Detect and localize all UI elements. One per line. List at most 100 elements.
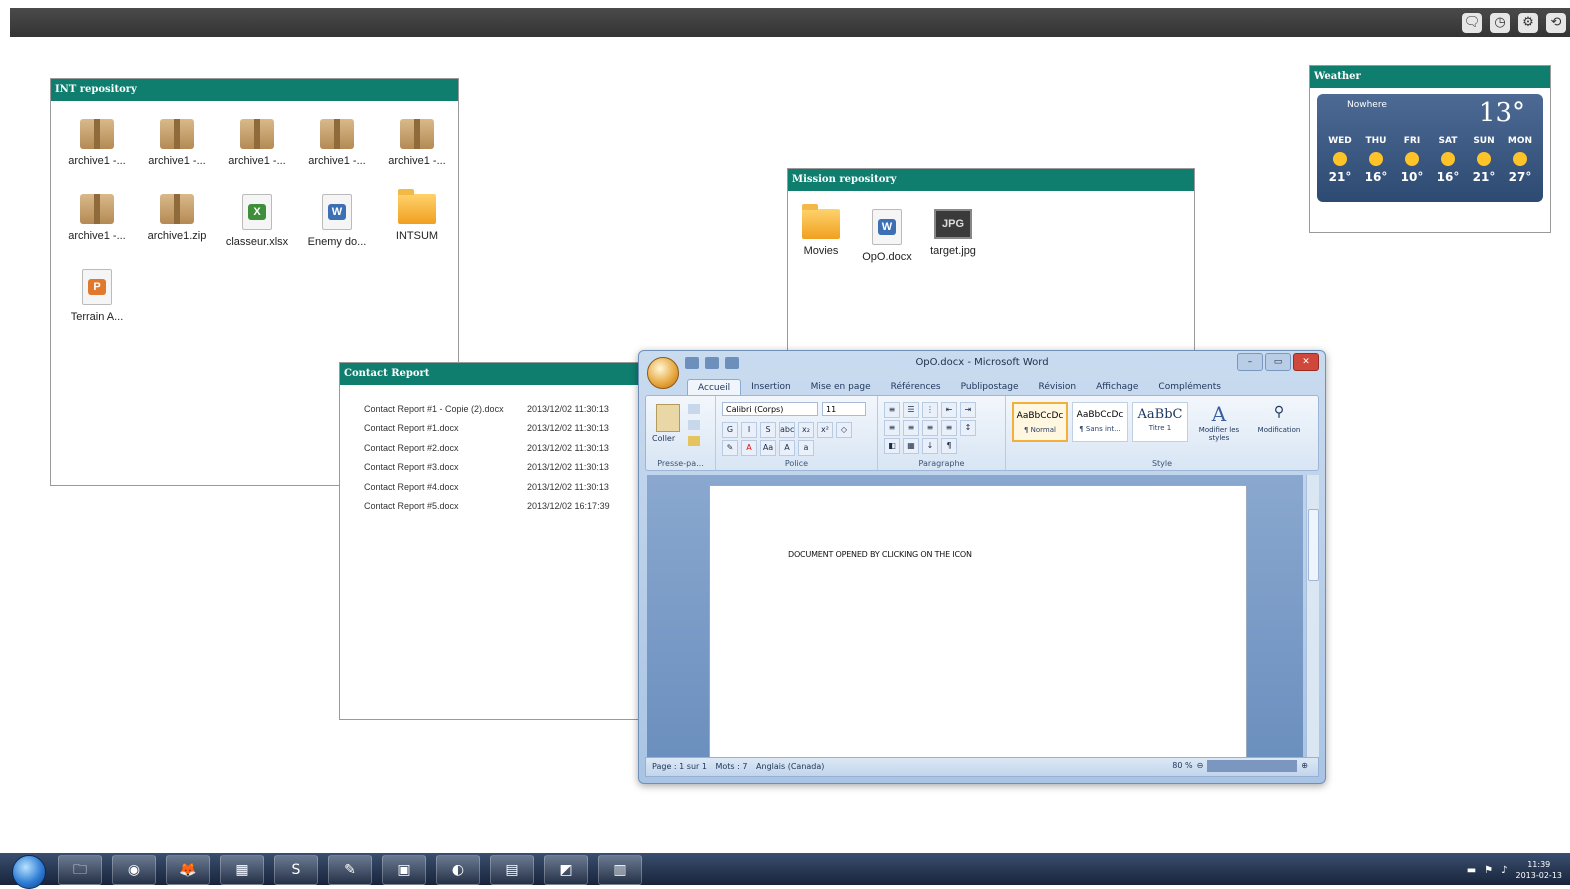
ribbon-tab[interactable]: Révision	[1029, 379, 1087, 396]
taskbar-app-icon[interactable]: ▥	[598, 855, 642, 885]
show-marks-icon[interactable]: ¶	[941, 438, 957, 454]
line-spacing-icon[interactable]: ↕	[960, 420, 976, 436]
undo-icon[interactable]	[705, 357, 719, 369]
start-button[interactable]	[12, 855, 46, 889]
file-item[interactable]: archive1 -...	[57, 115, 137, 190]
taskbar-app-icon[interactable]: 🦊	[166, 855, 210, 885]
superscript-button[interactable]: x²	[817, 422, 833, 438]
modify-styles-button[interactable]: A Modifier les styles	[1196, 402, 1242, 454]
close-button[interactable]: ✕	[1293, 353, 1319, 371]
zoom-out-icon[interactable]: ⊖	[1197, 760, 1204, 772]
shading-icon[interactable]: ◧	[884, 438, 900, 454]
taskbar-app-icon[interactable]: ▣	[382, 855, 426, 885]
taskbar-app-icon[interactable]: ◩	[544, 855, 588, 885]
weather-card[interactable]: Nowhere 13° WED 21° THU 16° FRI 10° SAT 16° SUN 2…	[1317, 94, 1543, 202]
list-item[interactable]: Contact Report #2.docx 2013/12/02 11:30:1…	[340, 438, 658, 458]
taskbar-app-icon[interactable]: ▤	[490, 855, 534, 885]
office-button[interactable]	[647, 357, 679, 389]
editing-button[interactable]: ⚲ Modification	[1248, 402, 1310, 454]
list-item[interactable]: Contact Report #5.docx 2013/12/02 16:17:3…	[340, 497, 658, 517]
document-page[interactable]: DOCUMENT OPENED BY CLICKING ON THE ICON	[709, 485, 1247, 761]
file-item[interactable]: W OpO.docx	[854, 205, 920, 280]
shrink-font-icon[interactable]: a	[798, 440, 814, 456]
file-item[interactable]: W Enemy do...	[297, 190, 377, 265]
grow-font-icon[interactable]: A	[779, 440, 795, 456]
change-case-icon[interactable]: Aa	[760, 440, 776, 456]
justify-icon[interactable]: ≡	[941, 420, 957, 436]
clock[interactable]: 11:39 2013-02-13	[1516, 859, 1563, 881]
zoom-in-icon[interactable]: ⊕	[1301, 760, 1308, 772]
file-item[interactable]: Movies	[788, 204, 854, 280]
ribbon-tab[interactable]: Insertion	[741, 379, 801, 396]
file-item[interactable]: archive1 -...	[217, 115, 297, 190]
list-item[interactable]: Contact Report #4.docx 2013/12/02 11:30:1…	[340, 477, 658, 497]
bullets-icon[interactable]: ≡	[884, 402, 900, 418]
align-left-icon[interactable]: ≡	[884, 420, 900, 436]
cut-icon[interactable]	[688, 404, 700, 414]
strikethrough-button[interactable]: abc	[779, 422, 795, 438]
bold-button[interactable]: G	[722, 422, 738, 438]
subscript-button[interactable]: x₂	[798, 422, 814, 438]
settings-icon[interactable]: ⚙	[1518, 13, 1538, 33]
language[interactable]: Anglais (Canada)	[756, 762, 824, 771]
refresh-icon[interactable]: ⟲	[1546, 13, 1566, 33]
font-name-box[interactable]: Calibri (Corps)	[722, 402, 818, 416]
ribbon-tab[interactable]: Compléments	[1148, 379, 1231, 396]
file-item[interactable]: archive1 -...	[137, 115, 217, 190]
chat-icon[interactable]: 🗨	[1462, 13, 1482, 33]
clear-format-button[interactable]: ◇	[836, 422, 852, 438]
file-item[interactable]: P Terrain A...	[57, 265, 137, 340]
font-color-icon[interactable]: A	[741, 440, 757, 456]
paste-button[interactable]: Coller	[652, 434, 675, 443]
list-item[interactable]: Contact Report #1.docx 2013/12/02 11:30:1…	[340, 419, 658, 439]
save-icon[interactable]	[685, 357, 699, 369]
format-painter-icon[interactable]	[688, 436, 700, 446]
file-item[interactable]: archive1 -...	[377, 115, 457, 190]
zoom-slider[interactable]	[1207, 760, 1298, 772]
ribbon-tab[interactable]: Mise en page	[801, 379, 881, 396]
increase-indent-icon[interactable]: ⇥	[960, 402, 976, 418]
list-item[interactable]: Contact Report #3.docx 2013/12/02 11:30:1…	[340, 458, 658, 478]
file-item[interactable]: INTSUM	[377, 189, 457, 265]
align-right-icon[interactable]: ≡	[922, 420, 938, 436]
font-size-box[interactable]: 11	[822, 402, 866, 416]
style-no-spacing[interactable]: AaBbCcDc ¶ Sans int...	[1072, 402, 1128, 442]
list-item[interactable]: Contact Report #1 - Copie (2).docx 2013/1…	[340, 399, 658, 419]
maximize-button[interactable]: ▭	[1265, 353, 1291, 371]
paste-icon[interactable]	[656, 404, 680, 432]
borders-icon[interactable]: ▦	[903, 438, 919, 454]
document-text[interactable]: DOCUMENT OPENED BY CLICKING ON THE ICON	[788, 550, 972, 559]
italic-button[interactable]: I	[741, 422, 757, 438]
clock-icon[interactable]: ◷	[1490, 13, 1510, 33]
file-item[interactable]: archive1.zip	[137, 190, 217, 265]
sort-icon[interactable]: ↓	[922, 438, 938, 454]
flag-icon[interactable]: ⚑	[1484, 865, 1493, 876]
taskbar-app-icon[interactable]: ▦	[220, 855, 264, 885]
taskbar-app-icon[interactable]: ◉	[112, 855, 156, 885]
highlight-icon[interactable]: ✎	[722, 440, 738, 456]
minimize-button[interactable]: –	[1237, 353, 1263, 371]
vertical-scrollbar[interactable]	[1306, 475, 1319, 759]
style-title-1[interactable]: AaBbC Titre 1	[1132, 402, 1188, 442]
underline-button[interactable]: S	[760, 422, 776, 438]
network-icon[interactable]: ▬	[1467, 865, 1476, 876]
taskbar-app-icon[interactable]: S	[274, 855, 318, 885]
ribbon-tab[interactable]: Références	[881, 379, 951, 396]
multilevel-list-icon[interactable]: ⋮	[922, 402, 938, 418]
ribbon-tab[interactable]: Accueil	[687, 379, 742, 396]
file-item[interactable]: JPG target.jpg	[920, 205, 986, 280]
copy-icon[interactable]	[688, 420, 700, 430]
taskbar-app-icon[interactable]: 🗀	[58, 855, 102, 885]
taskbar-app-icon[interactable]: ◐	[436, 855, 480, 885]
redo-icon[interactable]	[725, 357, 739, 369]
ribbon-tab[interactable]: Affichage	[1086, 379, 1148, 396]
word-window[interactable]: OpO.docx - Microsoft Word – ▭ ✕ Accueil I…	[638, 350, 1326, 784]
file-item[interactable]: Xclasseur.xlsx	[217, 190, 297, 265]
page-count[interactable]: Page : 1 sur 1	[652, 762, 707, 771]
align-center-icon[interactable]: ≡	[903, 420, 919, 436]
zoom-level[interactable]: 80 %	[1172, 760, 1192, 772]
word-count[interactable]: Mots : 7	[716, 762, 748, 771]
file-item[interactable]: archive1 -...	[57, 190, 137, 265]
file-item[interactable]: archive1 -...	[297, 115, 377, 190]
scroll-thumb[interactable]	[1308, 509, 1319, 581]
